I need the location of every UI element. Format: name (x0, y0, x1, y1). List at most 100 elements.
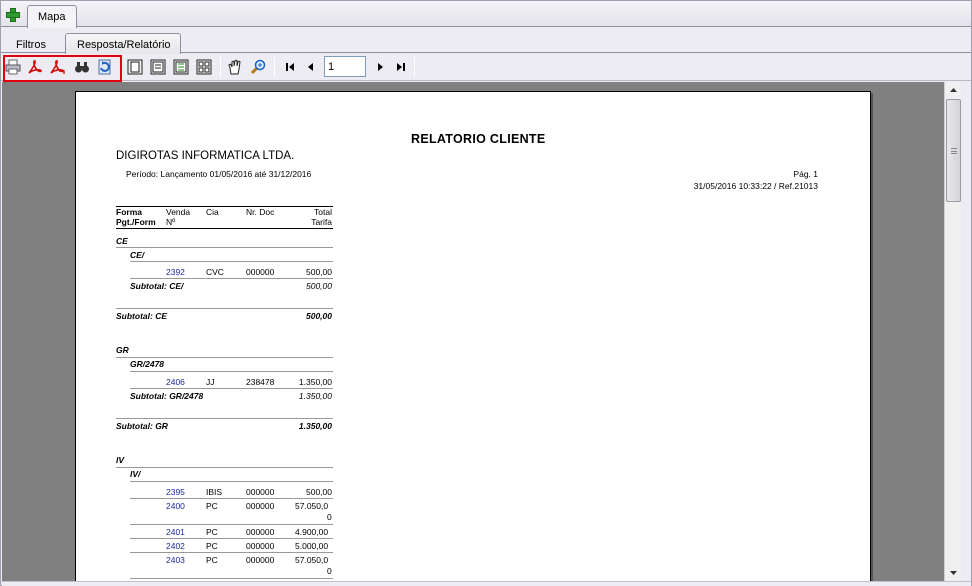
sub-tab-strip: Filtros Resposta/Relatório (1, 28, 971, 54)
subgroup-gr: GR/2478 (130, 359, 165, 369)
tab-filtros[interactable]: Filtros (16, 39, 46, 51)
doc-cell: 000000 (246, 527, 275, 537)
subtotal-label: Subtotal: CE/ (130, 281, 184, 291)
last-page-icon[interactable] (393, 59, 409, 75)
total-label: Subtotal: GR (116, 421, 168, 431)
doc-cell: 000000 (246, 501, 275, 511)
subtotal-value: 1.350,00 (298, 391, 332, 401)
add-tab-icon[interactable] (6, 8, 20, 22)
total-label: Subtotal: CE (116, 311, 167, 321)
group-rule (130, 261, 333, 262)
scroll-up-icon[interactable] (945, 82, 962, 98)
value-cell: 500,00 (306, 267, 332, 277)
toolbar-separator (274, 57, 275, 77)
thumbnails-icon[interactable] (196, 59, 212, 75)
tab-mapa[interactable]: Mapa (27, 5, 77, 28)
value-cell: 5.000,00 (295, 541, 329, 551)
page-width-icon[interactable] (150, 59, 166, 75)
highlight-export-tools (3, 55, 122, 82)
cia-cell: IBIS (206, 487, 223, 497)
prev-page-icon[interactable] (303, 59, 319, 75)
subtotal-value: 500,00 (306, 281, 332, 291)
report-datetime: 31/05/2016 10:33:22 / Ref.21013 (693, 181, 818, 191)
top-tab-strip: Mapa (1, 1, 971, 28)
subgroup-ce: CE/ (130, 250, 145, 260)
hand-icon[interactable] (227, 59, 243, 75)
row-rule (130, 278, 333, 279)
tab-resposta-label: Resposta/Relatório (77, 39, 171, 51)
group-rule (116, 247, 333, 248)
value-cell-wrap: 0 (327, 566, 332, 576)
doc-cell: 000000 (246, 555, 275, 565)
row-rule (130, 388, 333, 389)
value-cell: 57.050,0 (295, 555, 329, 565)
subtotal-label: Subtotal: GR/2478 (130, 391, 204, 401)
row-rule (130, 578, 333, 579)
group-ce: CE (116, 236, 128, 246)
group-gr: GR (116, 345, 129, 355)
scroll-down-icon[interactable] (945, 565, 962, 581)
report-viewer[interactable]: RELATORIO CLIENTE DIGIROTAS INFORMATICA … (2, 82, 944, 581)
venda-link[interactable]: 2406 (166, 377, 185, 387)
header-rule (116, 228, 333, 229)
cia-cell: PC (206, 555, 218, 565)
venda-link[interactable]: 2395 (166, 487, 185, 497)
app-window: Mapa Filtros Resposta/Relatório 1 RELATO… (0, 0, 972, 586)
first-page-icon[interactable] (282, 59, 298, 75)
total-value: 500,00 (306, 311, 332, 321)
tab-mapa-label: Mapa (38, 11, 66, 23)
bottom-edge (2, 581, 971, 586)
value-cell: 4.900,00 (295, 527, 329, 537)
col-venda-2: Nº (166, 217, 176, 227)
report-page: RELATORIO CLIENTE DIGIROTAS INFORMATICA … (75, 91, 871, 581)
single-page-icon[interactable] (127, 59, 143, 75)
scroll-thumb[interactable] (946, 99, 961, 202)
cia-cell: PC (206, 541, 218, 551)
total-value: 1.350,00 (298, 421, 332, 431)
value-cell-wrap: 0 (327, 512, 332, 522)
cia-cell: PC (206, 527, 218, 537)
value-cell: 57.050,0 (295, 501, 329, 511)
venda-link[interactable]: 2403 (166, 555, 185, 565)
value-cell: 1.350,00 (298, 377, 332, 387)
group-iv: IV (116, 455, 125, 465)
col-cia: Cia (206, 207, 219, 217)
cia-cell: PC (206, 501, 218, 511)
col-forma: Forma (116, 207, 142, 217)
col-total: Total (314, 207, 332, 217)
venda-link[interactable]: 2400 (166, 501, 185, 511)
group-rule (116, 308, 333, 309)
value-cell: 500,00 (306, 487, 332, 497)
doc-cell: 000000 (246, 267, 275, 277)
group-rule (130, 371, 333, 372)
multi-page-icon[interactable] (173, 59, 189, 75)
toolbar-separator (220, 57, 221, 77)
report-toolbar (1, 54, 971, 81)
row-rule (130, 552, 333, 553)
vertical-scrollbar[interactable] (944, 82, 961, 581)
group-rule (116, 357, 333, 358)
venda-link[interactable]: 2401 (166, 527, 185, 537)
venda-link[interactable]: 2402 (166, 541, 185, 551)
doc-cell: 000000 (246, 487, 275, 497)
row-rule (130, 538, 333, 539)
report-title: RELATORIO CLIENTE (411, 132, 546, 146)
grip-icon (951, 148, 957, 154)
group-rule (116, 467, 333, 468)
doc-cell: 238478 (246, 377, 275, 387)
col-forma-2: Pgt./Form (116, 217, 156, 227)
company-name: DIGIROTAS INFORMATICA LTDA. (116, 150, 295, 162)
col-nr-doc: Nr. Doc (246, 207, 275, 217)
group-rule (116, 418, 333, 419)
tab-resposta-relatorio[interactable]: Resposta/Relatório (65, 33, 181, 54)
zoom-icon[interactable] (250, 59, 266, 75)
page-number-label: Pág. 1 (793, 169, 818, 179)
subgroup-iv: IV/ (130, 469, 141, 479)
venda-link[interactable]: 2392 (166, 267, 185, 277)
page-number-input[interactable] (324, 56, 366, 77)
doc-cell: 000000 (246, 541, 275, 551)
toolbar-separator (414, 57, 415, 77)
col-total-2: Tarifa (311, 217, 332, 227)
header-rule (116, 206, 333, 207)
next-page-icon[interactable] (372, 59, 388, 75)
